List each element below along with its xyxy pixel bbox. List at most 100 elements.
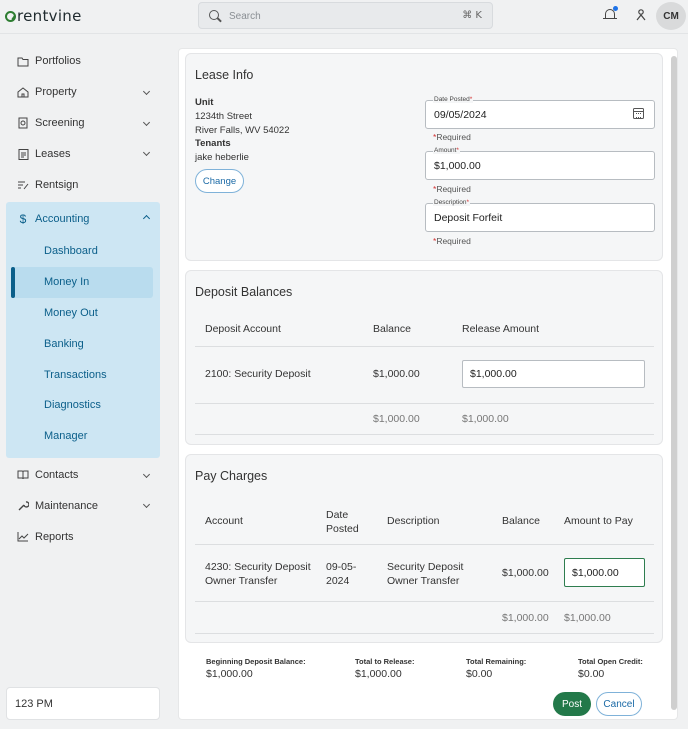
- chevron-down-icon: [142, 470, 151, 478]
- pay-charges-title: Pay Charges: [195, 469, 268, 483]
- logo-text: rentvine: [17, 7, 82, 25]
- deposit-balance-total: $1,000.00: [373, 413, 420, 425]
- footer-divider: [195, 633, 654, 634]
- description-label: Description*: [433, 199, 471, 206]
- total-open-credit-label: Total Open Credit:: [578, 657, 643, 666]
- total-remaining-label: Total Remaining:: [466, 657, 527, 666]
- description-field[interactable]: Description* Deposit Forfeit: [425, 199, 655, 232]
- charge-balance-cell: $1,000.00: [502, 567, 549, 579]
- sidebar-item-rentsign[interactable]: Rentsign: [6, 169, 160, 200]
- tenants-label: Tenants: [195, 138, 231, 149]
- chevron-down-icon: [142, 87, 151, 95]
- total-release-label: Total to Release:: [355, 657, 415, 666]
- chevron-down-icon: [142, 501, 151, 509]
- charge-date-cell: 09-05- 2024: [326, 561, 357, 587]
- deposit-balances-card: Deposit Balances Deposit Account Balance…: [185, 270, 663, 445]
- sidebar-subitem-money-out[interactable]: Money Out: [6, 298, 160, 329]
- col-header-balance: Balance: [373, 323, 411, 335]
- sidebar-item-property[interactable]: Property: [6, 77, 160, 108]
- search-icon: [209, 10, 219, 20]
- total-release-value: $1,000.00: [355, 668, 402, 680]
- house-icon: [17, 86, 29, 98]
- sidebar-item-maintenance[interactable]: Maintenance: [6, 490, 160, 521]
- sidebar-item-label: Rentsign: [35, 178, 79, 191]
- col-header-date-posted: Date Posted: [326, 509, 359, 535]
- tenant-name[interactable]: jake heberlie: [195, 152, 249, 163]
- sidebar-subitem-banking[interactable]: Banking: [6, 328, 160, 359]
- sidebar-item-label: Portfolios: [35, 55, 81, 68]
- sidebar-subitem-money-in[interactable]: Money In: [11, 266, 153, 298]
- calendar-icon[interactable]: [633, 108, 644, 119]
- sidebar-item-accounting[interactable]: $ Accounting: [6, 202, 160, 236]
- lease-info-card: Lease Info Unit 1234th Street River Fall…: [185, 53, 663, 261]
- screening-icon: [17, 117, 29, 129]
- folder-icon: [17, 55, 29, 67]
- release-amount-input[interactable]: $1,000.00: [462, 360, 645, 388]
- col-header-balance: Balance: [502, 515, 540, 527]
- cancel-button[interactable]: Cancel: [596, 692, 642, 716]
- amount-to-pay-total: $1,000.00: [564, 612, 611, 624]
- col-header-release-amount: Release Amount: [462, 323, 540, 335]
- amount-label: Amount*: [433, 147, 460, 154]
- sidebar-item-screening[interactable]: Screening: [6, 108, 160, 139]
- scrollbar-thumb[interactable]: [671, 56, 677, 710]
- sidebar-item-label: Screening: [35, 116, 85, 129]
- post-button[interactable]: Post: [553, 692, 591, 716]
- total-remaining-value: $0.00: [466, 668, 493, 680]
- deposit-account-cell: 2100: Security Deposit: [205, 368, 311, 380]
- person-icon[interactable]: [636, 9, 646, 21]
- chevron-down-icon: [142, 118, 151, 126]
- sidebar-item-portfolios[interactable]: Portfolios: [6, 46, 160, 77]
- date-posted-label: Date Posted*: [433, 96, 474, 103]
- row-divider: [195, 403, 654, 404]
- row-divider: [195, 601, 654, 602]
- rentvine-logo[interactable]: rentvine: [5, 7, 82, 25]
- footer-divider: [195, 434, 654, 435]
- header-divider: [195, 544, 654, 545]
- date-posted-value: 09/05/2024: [434, 109, 487, 121]
- top-bar: rentvine ⌘ K CM: [0, 0, 688, 34]
- sidebar-nav: Portfolios Property Screening Leases Ren…: [6, 46, 160, 552]
- search-shortcut: ⌘ K: [462, 10, 482, 21]
- unit-address-line1: 1234th Street: [195, 111, 253, 122]
- change-button[interactable]: Change: [195, 169, 244, 193]
- date-required-hint: *Required: [433, 132, 471, 142]
- sidebar-subitem-manager[interactable]: Manager: [6, 421, 160, 452]
- search-bar[interactable]: ⌘ K: [198, 2, 493, 29]
- amount-required-hint: *Required: [433, 184, 471, 194]
- sidebar-subitem-dashboard[interactable]: Dashboard: [6, 236, 160, 267]
- chevron-up-icon: [142, 214, 151, 223]
- sidebar-item-label: Property: [35, 86, 77, 99]
- amount-to-pay-input[interactable]: $1,000.00: [564, 558, 645, 587]
- amount-value: $1,000.00: [434, 160, 481, 172]
- sign-icon: [17, 179, 29, 191]
- sidebar-subitem-diagnostics[interactable]: Diagnostics: [6, 390, 160, 421]
- search-input[interactable]: [229, 8, 429, 24]
- release-amount-total: $1,000.00: [462, 413, 509, 425]
- beginning-balance-value: $1,000.00: [206, 668, 253, 680]
- sidebar-item-leases[interactable]: Leases: [6, 138, 160, 169]
- unit-address-line2: River Falls, WV 54022: [195, 125, 290, 136]
- sidebar-item-label: Reports: [35, 530, 74, 543]
- sidebar-item-reports[interactable]: Reports: [6, 521, 160, 552]
- col-header-amount-to-pay: Amount to Pay: [564, 515, 633, 527]
- sidebar-subitem-transactions[interactable]: Transactions: [6, 359, 160, 390]
- date-posted-field[interactable]: Date Posted* 09/05/2024: [425, 96, 655, 129]
- sidebar-item-contacts[interactable]: Contacts: [6, 460, 160, 491]
- notification-bell-icon[interactable]: [603, 6, 618, 22]
- sidebar-item-label: Leases: [35, 147, 71, 160]
- header-divider: [195, 346, 654, 347]
- charge-balance-total: $1,000.00: [502, 612, 549, 624]
- deposit-balance-cell: $1,000.00: [373, 368, 420, 380]
- col-header-description: Description: [387, 515, 440, 527]
- sidebar-item-label: Contacts: [35, 468, 79, 481]
- chart-icon: [17, 531, 29, 543]
- lease-info-title: Lease Info: [195, 68, 254, 82]
- user-avatar[interactable]: CM: [656, 2, 686, 30]
- dollar-icon: $: [19, 211, 27, 226]
- charge-description-cell: Security Deposit Owner Transfer: [387, 561, 464, 587]
- accounting-group: $ Accounting Dashboard Money In Money Ou…: [6, 201, 160, 458]
- col-header-deposit-account: Deposit Account: [205, 323, 281, 335]
- amount-field[interactable]: Amount* $1,000.00: [425, 147, 655, 180]
- pay-charges-card: Pay Charges Account Date Posted Descripti…: [185, 454, 663, 643]
